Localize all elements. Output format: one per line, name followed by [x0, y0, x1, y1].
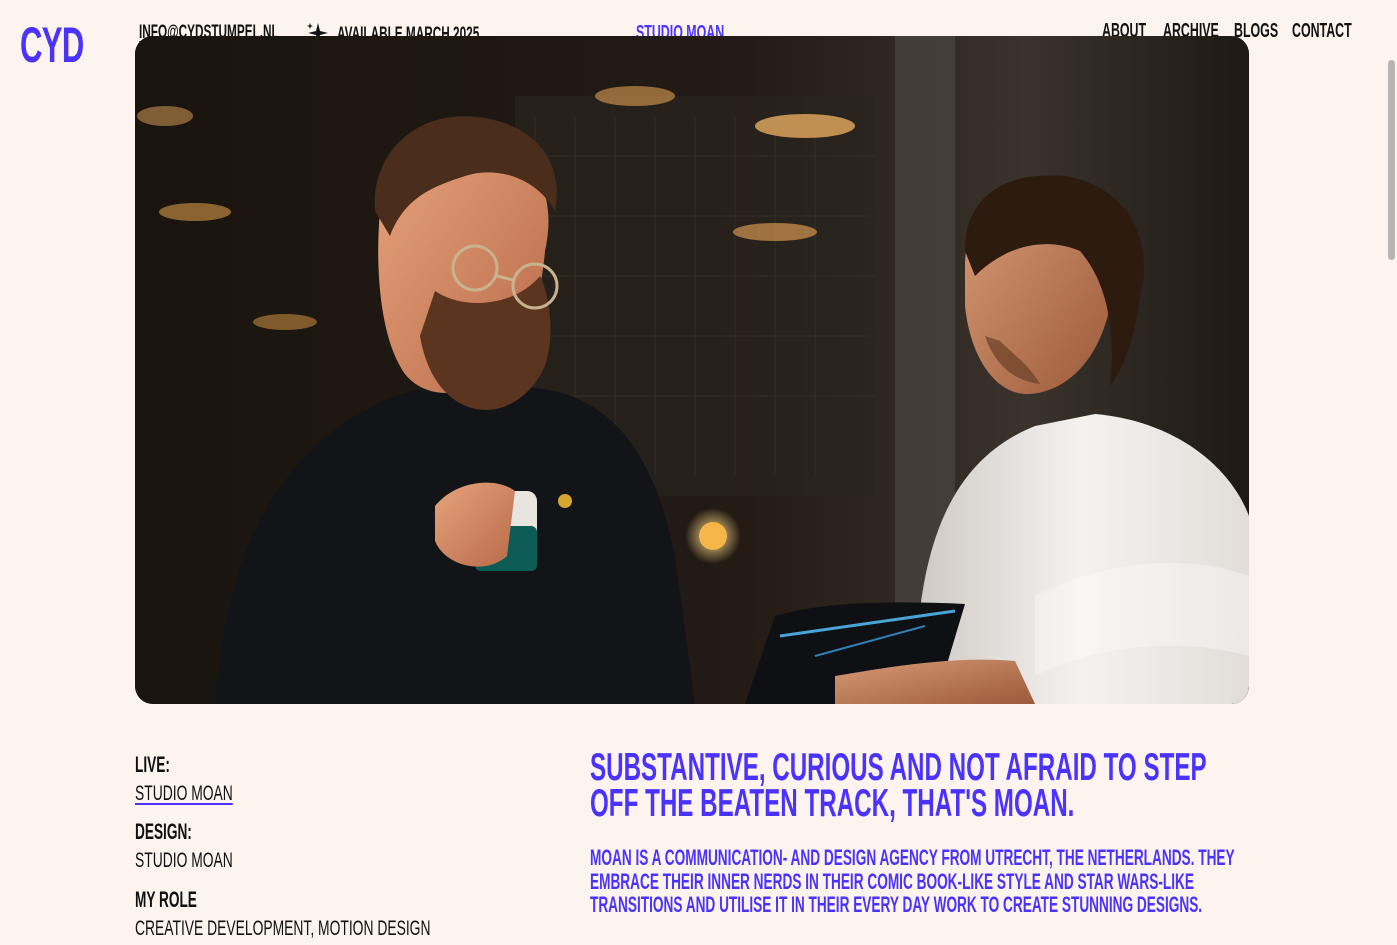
project-description: MOAN IS A COMMUNICATION- AND DESIGN AGEN… [590, 845, 1235, 917]
logo[interactable]: CYD [20, 20, 84, 70]
live-link[interactable]: STUDIO MOAN [135, 782, 233, 806]
page-scrollbar[interactable] [1385, 0, 1397, 945]
role-value: CREATIVE DEVELOPMENT, MOTION DESIGN [135, 917, 431, 940]
live-label: LIVE: [135, 752, 170, 777]
project-headline: SUBSTANTIVE, CURIOUS AND NOT AFRAID TO S… [590, 746, 1207, 825]
hero-photo [135, 36, 1249, 704]
hero-image [135, 36, 1249, 704]
role-label: MY ROLE [135, 887, 197, 912]
scrollbar-thumb[interactable] [1388, 60, 1395, 260]
design-value: STUDIO MOAN [135, 849, 233, 872]
design-label: DESIGN: [135, 819, 192, 844]
nav-contact[interactable]: CONTACT [1292, 20, 1352, 43]
